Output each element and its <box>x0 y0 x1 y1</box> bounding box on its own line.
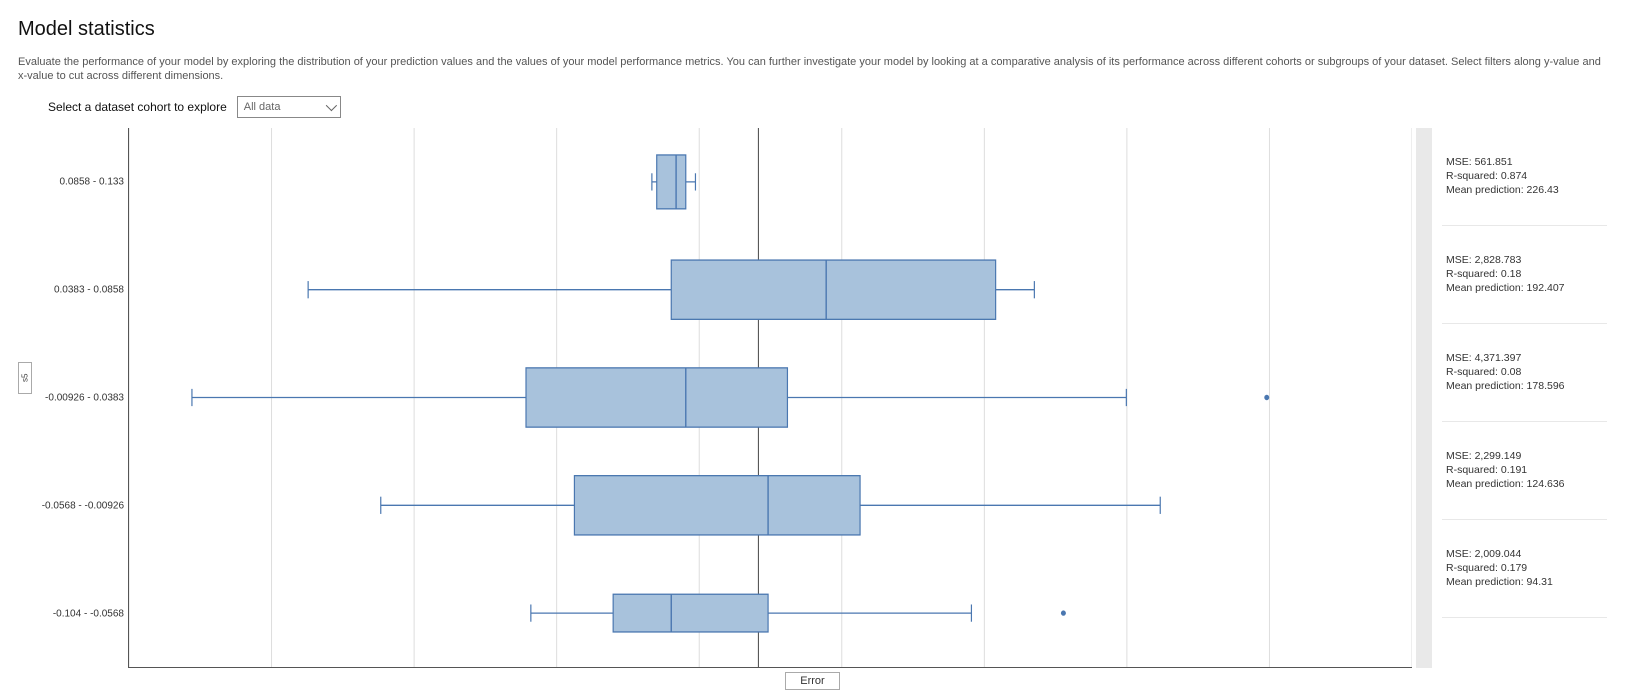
metrics-scrollbar[interactable] <box>1416 128 1432 668</box>
cohort-label: Select a dataset cohort to explore <box>48 100 227 114</box>
page-title: Model statistics <box>18 18 1607 41</box>
chevron-down-icon <box>326 100 337 111</box>
metric-block: MSE: 2,828.783R-squared: 0.18Mean predic… <box>1442 226 1607 324</box>
metrics-column: MSE: 561.851R-squared: 0.874Mean predict… <box>1442 128 1607 668</box>
metric-block: MSE: 2,009.044R-squared: 0.179Mean predi… <box>1442 520 1607 618</box>
metric-block: MSE: 561.851R-squared: 0.874Mean predict… <box>1442 128 1607 226</box>
y-tick-label: -0.104 - -0.0568 <box>53 608 124 619</box>
cohort-select[interactable]: All data <box>237 96 341 118</box>
boxplot-chart[interactable] <box>128 128 1412 668</box>
y-tick-labels: 0.0858 - 0.133 0.0383 - 0.0858 -0.00926 - … <box>36 128 128 668</box>
cohort-select-value: All data <box>244 101 281 113</box>
y-tick-label: 0.0858 - 0.133 <box>60 176 125 187</box>
y-tick-label: 0.0383 - 0.0858 <box>54 284 124 295</box>
y-tick-label: -0.00926 - 0.0383 <box>45 392 124 403</box>
metric-block: MSE: 4,371.397R-squared: 0.08Mean predic… <box>1442 324 1607 422</box>
y-tick-label: -0.0568 - -0.00926 <box>42 500 124 511</box>
y-axis-selector-button[interactable]: s5 <box>18 362 32 394</box>
page-description: Evaluate the performance of your model b… <box>18 55 1607 84</box>
cohort-selector-row: Select a dataset cohort to explore All d… <box>48 96 1607 118</box>
x-axis-selector-button[interactable]: Error <box>785 672 839 690</box>
chart-container: s5 0.0858 - 0.133 0.0383 - 0.0858 -0.00926… <box>18 128 1607 668</box>
metric-block: MSE: 2,299.149R-squared: 0.191Mean predi… <box>1442 422 1607 520</box>
